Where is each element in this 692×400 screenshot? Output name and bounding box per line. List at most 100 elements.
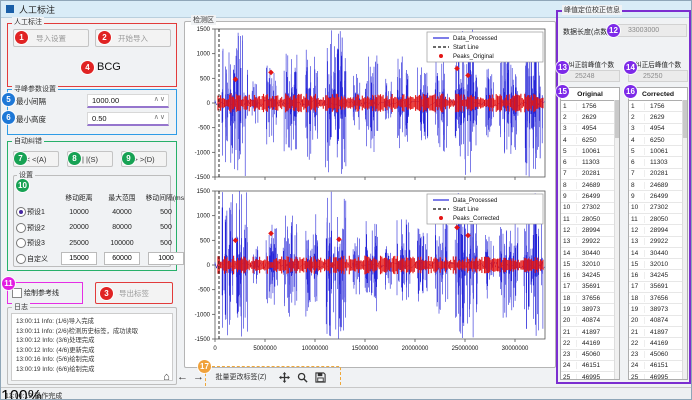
log-line: 13:00:11 Info: (1/6)导入完成	[16, 317, 168, 327]
preset-label: 自定义	[27, 254, 57, 264]
svg-text:0: 0	[207, 101, 211, 107]
column-header: 移动间隔(ms)	[143, 192, 189, 202]
table-row[interactable]: 2446151	[629, 361, 687, 372]
preset-radio[interactable]	[15, 254, 27, 264]
table-row[interactable]: 1735691	[561, 282, 619, 293]
svg-text:-1500: -1500	[195, 175, 211, 181]
batch-change-label-button[interactable]: 批量更改标签(Z)	[209, 370, 273, 384]
back-icon[interactable]: ←	[175, 369, 190, 384]
signal-type-label: BCG	[97, 61, 121, 73]
table-row[interactable]: 1128050	[561, 214, 619, 225]
table-row[interactable]: 1228994	[629, 225, 687, 236]
save-icon[interactable]	[313, 370, 327, 384]
refline-checkbox[interactable]	[12, 288, 22, 298]
table-row[interactable]: 1430440	[629, 248, 687, 259]
svg-text:Start Line: Start Line	[453, 207, 479, 213]
custom-value-input[interactable]	[148, 252, 184, 265]
table-row[interactable]: 2040874	[629, 316, 687, 327]
table-row[interactable]: 2141897	[629, 327, 687, 338]
table-row[interactable]: 34954	[629, 124, 687, 135]
svg-text:10000000: 10000000	[302, 346, 329, 352]
table-row[interactable]: 22629	[561, 112, 619, 123]
table-row[interactable]: 1027302	[629, 203, 687, 214]
corrected-table-scrollbar[interactable]	[682, 100, 687, 380]
table-row[interactable]: 1027302	[561, 203, 619, 214]
table-row[interactable]: 1634245	[629, 270, 687, 281]
custom-cell[interactable]	[101, 252, 143, 265]
table-row[interactable]: 510061	[561, 146, 619, 157]
table-row[interactable]: 926499	[561, 191, 619, 202]
table-row[interactable]: 824689	[561, 180, 619, 191]
status-bar: 13:00:19 操作完成 100%	[1, 387, 692, 400]
table-row[interactable]: 11756	[629, 101, 687, 112]
zoom-icon[interactable]	[295, 370, 309, 384]
table-row[interactable]: 1837656	[629, 293, 687, 304]
preset-label: 预设1	[27, 207, 57, 217]
svg-text:Peaks_Corrected: Peaks_Corrected	[453, 216, 499, 222]
table-row[interactable]: 46250	[629, 135, 687, 146]
table-row[interactable]: 1329922	[629, 237, 687, 248]
original-table[interactable]: Original 1175622629349544625051006161130…	[560, 87, 620, 380]
table-row[interactable]: 2141897	[561, 327, 619, 338]
table-row[interactable]: 2040874	[561, 316, 619, 327]
table-row[interactable]: 46250	[561, 135, 619, 146]
preset-value: 25000	[57, 240, 101, 247]
column-header: 移动距离	[57, 192, 101, 202]
table-row[interactable]: 611303	[561, 157, 619, 168]
table-row[interactable]: 1329922	[561, 237, 619, 248]
spinner-arrows-icon[interactable]: ∧∨	[154, 95, 166, 103]
pan-icon[interactable]	[277, 370, 291, 384]
chart-bottom[interactable]: 150010005000-500-1000-150005000000100000…	[187, 187, 551, 363]
annotation-badge-7: 7	[14, 152, 27, 165]
table-row[interactable]: 2345060	[629, 350, 687, 361]
table-row[interactable]: 720281	[561, 169, 619, 180]
table-row[interactable]: 2345060	[561, 350, 619, 361]
peak-params-title: 寻峰参数设置	[12, 84, 58, 94]
custom-value-input[interactable]	[104, 252, 140, 265]
table-row[interactable]: 2546995	[561, 372, 619, 380]
result-panel-title: 峰值定位校正信息	[562, 5, 622, 15]
table-row[interactable]: 1532010	[629, 259, 687, 270]
table-row[interactable]: 1128050	[629, 214, 687, 225]
min-interval-spinbox[interactable]: 1000.00 ∧∨	[87, 94, 169, 108]
custom-cell[interactable]	[57, 252, 101, 265]
table-row[interactable]: 2546995	[629, 372, 687, 380]
table-row[interactable]: 2244169	[561, 338, 619, 349]
table-row[interactable]: 510061	[629, 146, 687, 157]
table-row[interactable]: 611303	[629, 157, 687, 168]
app-icon	[6, 5, 14, 13]
table-row[interactable]: 1735691	[629, 282, 687, 293]
table-row[interactable]: 1430440	[561, 248, 619, 259]
table-row[interactable]: 2244169	[629, 338, 687, 349]
table-row[interactable]: 1532010	[561, 259, 619, 270]
table-row[interactable]: 1228994	[561, 225, 619, 236]
table-row[interactable]: 1634245	[561, 270, 619, 281]
table-row[interactable]: 34954	[561, 124, 619, 135]
custom-value-input[interactable]	[61, 252, 97, 265]
annotation-badge-4: 4	[81, 61, 94, 74]
min-height-spinbox[interactable]: 0.50 ∧∨	[87, 112, 169, 126]
data-length-label: 数据长度(点数)	[563, 27, 610, 37]
table-row[interactable]: 720281	[629, 169, 687, 180]
home-icon[interactable]: ⌂	[159, 369, 174, 384]
original-table-scrollbar[interactable]	[614, 100, 619, 380]
table-row[interactable]: 22629	[629, 112, 687, 123]
min-interval-label: 最小间隔	[16, 96, 46, 107]
chart-top[interactable]: 150010005000-500-1000-1500Data_Processed…	[187, 25, 551, 185]
spinner-arrows-icon[interactable]: ∧∨	[154, 113, 166, 121]
preset-radio[interactable]	[15, 207, 27, 217]
table-row[interactable]: 1938973	[629, 304, 687, 315]
table-row[interactable]: 1837656	[561, 293, 619, 304]
annotation-badge-3: 3	[100, 287, 113, 300]
table-row[interactable]: 824689	[629, 180, 687, 191]
corrected-table[interactable]: Corrected 117562262934954462505100616113…	[628, 87, 688, 380]
table-row[interactable]: 926499	[629, 191, 687, 202]
table-row[interactable]: 11756	[561, 101, 619, 112]
preset-radio[interactable]	[15, 223, 27, 233]
log-output[interactable]: 13:00:11 Info: (1/6)导入完成13:00:11 Info: (…	[11, 313, 173, 381]
table-row[interactable]: 2446151	[561, 361, 619, 372]
preset-radio[interactable]	[15, 238, 27, 248]
custom-cell[interactable]	[143, 252, 189, 265]
log-line: 13:00:16 Info: (5/6)绘制完成	[16, 355, 168, 365]
table-row[interactable]: 1938973	[561, 304, 619, 315]
